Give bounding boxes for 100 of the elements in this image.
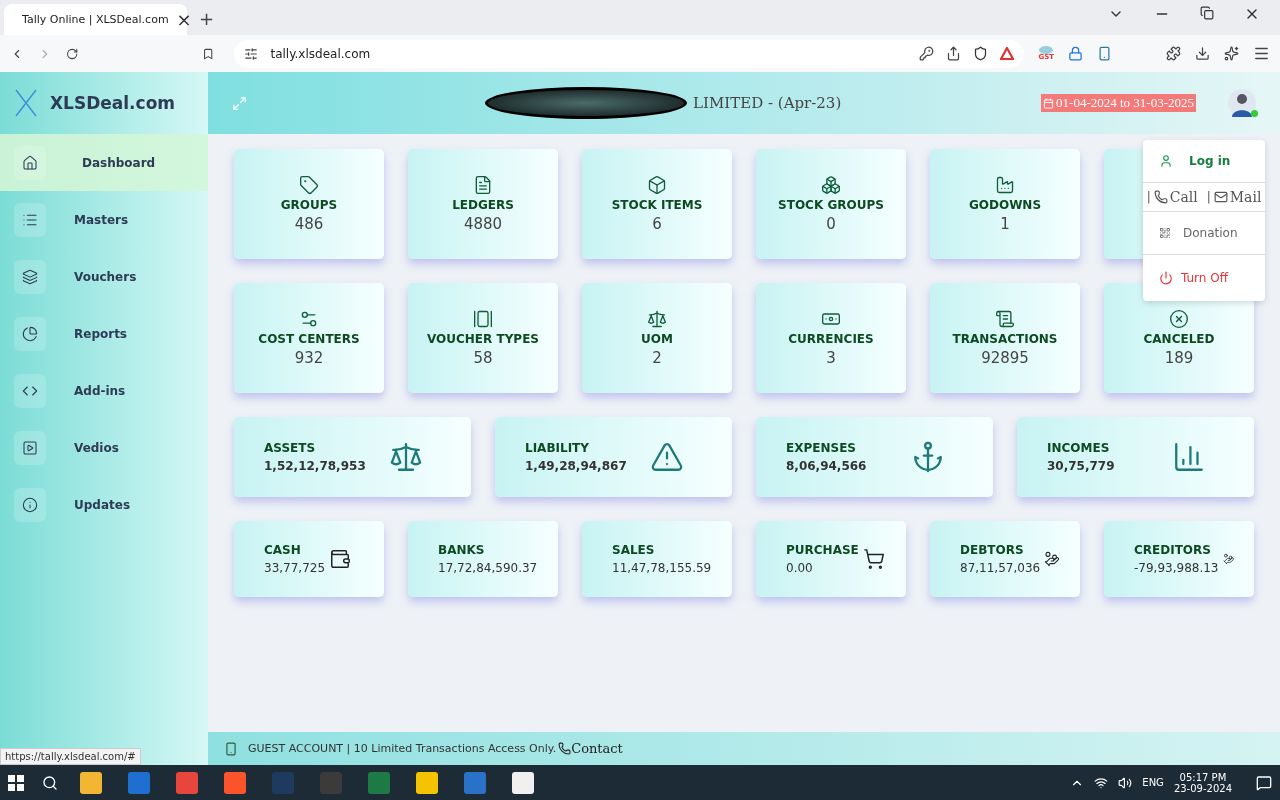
nav-item[interactable]: Dashboard xyxy=(0,134,208,191)
factory-icon xyxy=(995,175,1015,195)
card-title: ASSETS xyxy=(264,441,317,455)
stat-card[interactable]: GODOWNS 1 xyxy=(930,149,1080,259)
avatar[interactable] xyxy=(1228,89,1256,117)
card-value: 486 xyxy=(294,215,324,233)
sparkle-icon[interactable] xyxy=(1224,46,1239,61)
taskbar-app-icon[interactable] xyxy=(80,771,102,794)
restore-icon[interactable] xyxy=(1200,5,1214,20)
card-value: 0.00 xyxy=(786,561,814,575)
cards-icon xyxy=(473,309,493,329)
menu-icon[interactable] xyxy=(1253,45,1270,62)
scale-icon xyxy=(647,309,667,329)
power-icon xyxy=(1159,271,1173,285)
share-icon xyxy=(946,46,962,61)
card-title: CURRENCIES xyxy=(788,332,874,346)
card-value: 1 xyxy=(1000,215,1010,233)
search-icon[interactable] xyxy=(42,774,58,791)
card-value: 11,47,78,155.59 xyxy=(612,561,712,575)
warning-icon xyxy=(650,440,684,474)
login-link[interactable]: Log in xyxy=(1189,154,1231,168)
card-title: LIABILITY xyxy=(525,441,590,455)
summary-card[interactable]: PURCHASE 0.00 xyxy=(756,521,906,597)
card-value: 0 xyxy=(826,215,836,233)
taskbar-app-icon[interactable] xyxy=(512,771,534,794)
scale-icon xyxy=(389,440,423,474)
card-title: DEBTORS xyxy=(960,543,1025,557)
summary-card[interactable]: CREDITORS -79,93,988.13 xyxy=(1104,521,1254,597)
taskbar-app-icon[interactable] xyxy=(416,771,438,794)
cart-icon xyxy=(862,548,885,570)
browser-tab[interactable]: Tally Online | XLSDeal.com × xyxy=(4,4,187,35)
card-value: 87,11,57,036 xyxy=(960,561,1041,575)
download-icon[interactable] xyxy=(1195,46,1210,61)
donation-link[interactable]: Donation xyxy=(1183,226,1238,240)
card-title: CREDITORS xyxy=(1134,543,1212,557)
info-icon xyxy=(22,496,38,513)
stat-card[interactable]: LEDGERS 4880 xyxy=(408,149,558,259)
boxes-icon xyxy=(821,175,841,195)
stat-card[interactable]: UOM 2 xyxy=(582,283,732,393)
card-title: BANKS xyxy=(438,543,486,557)
summary-card[interactable]: BANKS 17,72,84,590.37 xyxy=(408,521,558,597)
card-title: GROUPS xyxy=(280,198,338,212)
calendar-icon xyxy=(1043,97,1055,109)
balance-card[interactable]: EXPENSES 8,06,94,566 xyxy=(756,417,993,497)
volume-icon[interactable] xyxy=(1118,775,1133,790)
card-title: TRANSACTIONS xyxy=(952,332,1058,346)
language-indicator[interactable]: ENG xyxy=(1142,777,1164,788)
nav-item[interactable]: Vedios xyxy=(0,419,208,476)
shield-icon xyxy=(973,46,989,61)
stat-card[interactable]: COST CENTERS 932 xyxy=(234,283,384,393)
lock-icon[interactable] xyxy=(1068,46,1083,61)
card-value: 3 xyxy=(826,349,836,367)
nav-item[interactable]: Masters xyxy=(0,191,208,248)
nav-item[interactable]: Reports xyxy=(0,305,208,362)
balance-card[interactable]: ASSETS 1,52,12,78,953 xyxy=(234,417,471,497)
summary-card[interactable]: CASH 33,77,725 xyxy=(234,521,384,597)
card-title: CANCELED xyxy=(1143,332,1215,346)
clock[interactable]: 05:17 PM 23-09-2024 xyxy=(1173,771,1232,794)
nav-item[interactable]: Add-ins xyxy=(0,362,208,419)
stat-card[interactable]: VOUCHER TYPES 58 xyxy=(408,283,558,393)
extension-icon[interactable] xyxy=(1097,46,1112,61)
guest-notice: GUEST ACCOUNT | 10 Limited Transactions Access Only. xyxy=(248,742,557,755)
card-title: CASH xyxy=(264,543,302,557)
puzzle-icon[interactable] xyxy=(1166,46,1181,61)
card-value: 932 xyxy=(294,349,324,367)
turn-off-link[interactable]: Turn Off xyxy=(1181,271,1228,285)
notification-icon[interactable] xyxy=(1256,774,1272,791)
separator-text: | xyxy=(1146,190,1151,204)
summary-card[interactable]: SALES 11,47,78,155.59 xyxy=(582,521,732,597)
stat-card[interactable]: GROUPS 486 xyxy=(234,149,384,259)
windows-start-icon[interactable] xyxy=(8,774,24,791)
pie-chart-icon xyxy=(22,325,38,342)
card-value: 1,52,12,78,953 xyxy=(264,459,366,473)
card-title: STOCK ITEMS xyxy=(611,198,703,212)
stat-card[interactable]: CURRENCIES 3 xyxy=(756,283,906,393)
mail-link[interactable]: Mail xyxy=(1213,189,1262,205)
network-icon[interactable] xyxy=(1094,775,1109,790)
key-icon xyxy=(919,46,935,61)
card-value: 17,72,84,590.37 xyxy=(438,561,538,575)
x-logo-icon xyxy=(14,88,38,118)
nav-item[interactable]: Vouchers xyxy=(0,248,208,305)
card-title: VOUCHER TYPES xyxy=(427,332,539,346)
money-bag-icon xyxy=(329,548,352,570)
brand-name: XLSDeal.com xyxy=(50,93,176,113)
new-tab-button[interactable]: + xyxy=(199,8,215,29)
stat-card[interactable]: STOCK ITEMS 6 xyxy=(582,149,732,259)
contact-link[interactable]: Contact xyxy=(558,741,623,756)
balance-card[interactable]: LIABILITY 1,49,28,94,867 xyxy=(495,417,732,497)
card-title: LEDGERS xyxy=(452,198,514,212)
nav-item[interactable]: Updates xyxy=(0,476,208,533)
anchor-icon xyxy=(911,440,945,474)
stat-card[interactable]: STOCK GROUPS 0 xyxy=(756,149,906,259)
card-title: COST CENTERS xyxy=(258,332,360,346)
company-name: LIMITED - (Apr-23) xyxy=(693,94,842,112)
summary-card[interactable]: DEBTORS 87,11,57,036 xyxy=(930,521,1080,597)
address-field[interactable]: tally.xlsdeal.com xyxy=(234,39,1025,68)
balance-card[interactable]: INCOMES 30,75,779 xyxy=(1017,417,1254,497)
call-link[interactable]: Call xyxy=(1153,189,1198,205)
stat-card[interactable]: TRANSACTIONS 92895 xyxy=(930,283,1080,393)
triangle-icon xyxy=(1000,47,1015,60)
